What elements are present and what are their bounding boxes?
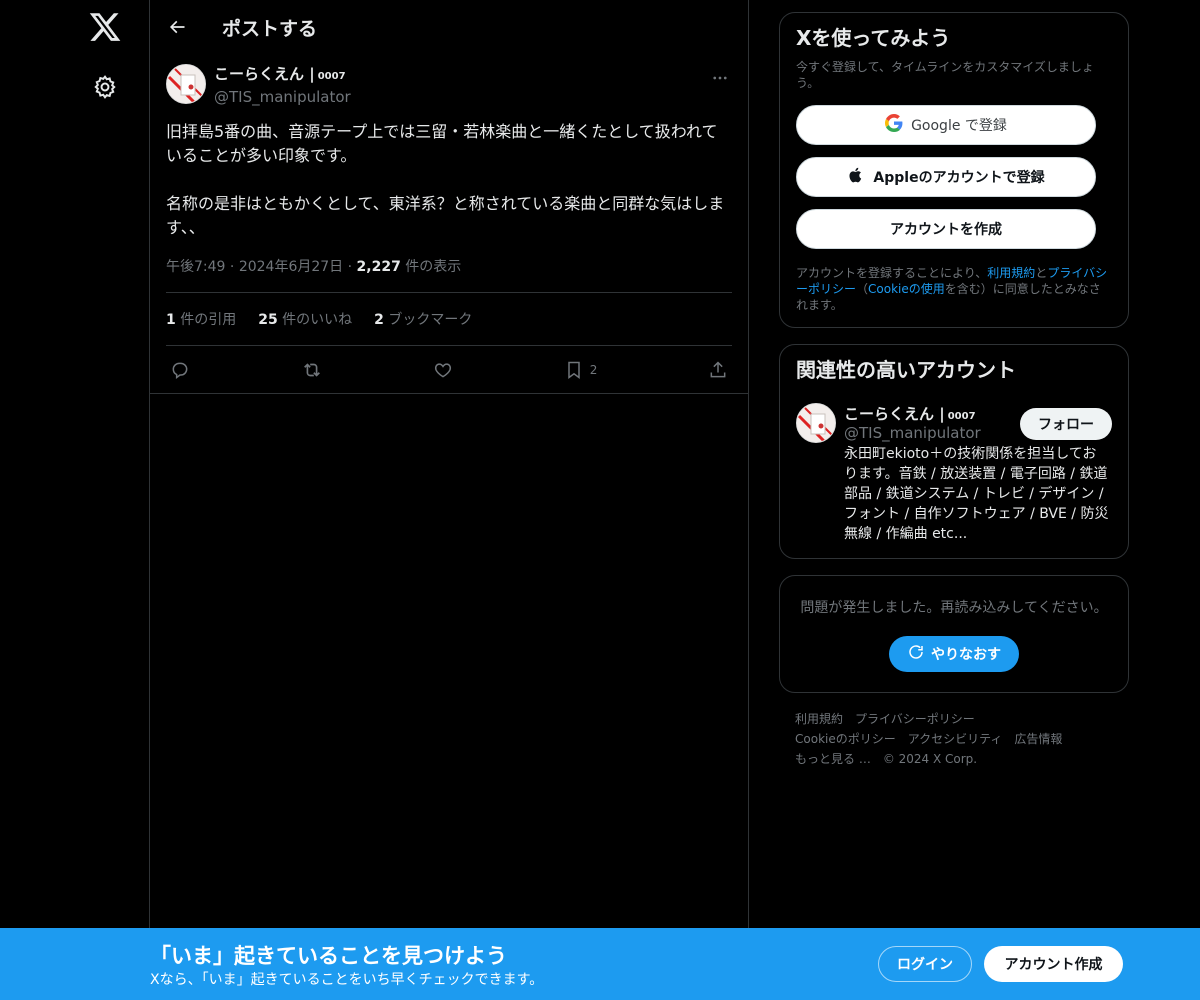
legal-text: アカウントを登録することにより、利用規約とプライバシーポリシー（Cookieの使… (796, 265, 1112, 313)
google-signup-button[interactable]: Google で登録 (796, 105, 1096, 145)
apple-icon (847, 166, 873, 188)
left-nav (0, 0, 150, 1000)
apple-signup-label: Appleのアカウントで登録 (873, 170, 1045, 186)
author-handle[interactable]: @TIS_manipulator (214, 87, 351, 107)
bookmarks-stat[interactable]: 2 ブックマーク (374, 309, 472, 329)
retry-button[interactable]: やりなおす (889, 636, 1019, 672)
author-display-name[interactable]: こーらくえん | 0007 (214, 64, 351, 87)
signup-card: Xを使ってみよう 今すぐ登録して、タイムラインをカスタマイズしましょう。 Goo… (779, 12, 1129, 328)
post-meta: 午後7:49 · 2024年6月27日 · 2,227 件の表示 (166, 254, 732, 280)
reply-icon[interactable] (170, 360, 190, 380)
footer-more-link[interactable]: もっと見る … (795, 752, 871, 766)
avatar[interactable] (166, 64, 206, 104)
signup-card-title: Xを使ってみよう (796, 26, 951, 50)
quotes-label: 件の引用 (180, 312, 237, 328)
main-column: ポストする こーらくえん | 0007 @TIS_manipulator 旧拝島5… (149, 0, 749, 1000)
bookmark-action[interactable]: 2 (564, 360, 598, 380)
create-account-button[interactable]: アカウントを作成 (796, 209, 1096, 249)
share-icon[interactable] (708, 360, 728, 380)
sidebar-footer: 利用規約 プライバシーポリシー Cookieのポリシー アクセシビリティ 広告情報 も… (779, 709, 1129, 769)
legal-mid: （ (856, 282, 869, 296)
bookmarks-count: 2 (374, 312, 384, 328)
legal-and: と (1035, 266, 1048, 280)
display-name-text: こーらくえん | (214, 65, 315, 83)
more-icon[interactable] (708, 68, 732, 88)
footer-privacy-link[interactable]: プライバシーポリシー (855, 712, 975, 726)
repost-icon[interactable] (301, 359, 323, 381)
post-date[interactable]: 2024年6月27日 (239, 259, 343, 275)
create-account-label: アカウントを作成 (890, 222, 1002, 238)
gear-icon[interactable] (92, 74, 118, 100)
footer-terms-link[interactable]: 利用規約 (795, 712, 843, 726)
google-signup-label: Google で登録 (911, 118, 1007, 134)
author-names: こーらくえん | 0007 @TIS_manipulator (214, 64, 351, 107)
page-title: ポストする (222, 17, 318, 40)
post-stats: 1 件の引用 25 件のいいね 2 ブックマーク (166, 293, 732, 345)
likes-stat[interactable]: 25 件のいいね (258, 309, 352, 329)
related-title: 関連性の高いアカウント (796, 358, 1016, 382)
footer-copyright: © 2024 X Corp. (882, 752, 978, 766)
views-count: 2,227 (356, 259, 401, 275)
login-button[interactable]: ログイン (878, 946, 972, 982)
signup-banner: 「いま」起きていることを見つけよう Xなら、「いま」起きていることをいち早くチェ… (0, 928, 1200, 1000)
post-text: 旧拝島5番の曲、音源テープ上では三留・若林楽曲と一緒くたとして扱われていることが… (166, 122, 725, 237)
footer-accessibility-link[interactable]: アクセシビリティ (908, 732, 1003, 746)
post-time[interactable]: 午後7:49 (166, 259, 225, 275)
quotes-stat[interactable]: 1 件の引用 (166, 309, 236, 329)
banner-subtitle: Xなら、「いま」起きていることをいち早くチェックできます。 (150, 972, 544, 988)
meta-separator: · (347, 259, 357, 275)
post-author: こーらくえん | 0007 @TIS_manipulator (166, 64, 732, 106)
terms-link[interactable]: 利用規約 (987, 266, 1035, 280)
signup-card-subtitle: 今すぐ登録して、タイムラインをカスタマイズしましょう。 (796, 60, 1094, 90)
bookmark-action-count: 2 (589, 362, 598, 377)
like-icon[interactable] (433, 360, 453, 380)
legal-pre: アカウントを登録することにより、 (796, 266, 988, 280)
name-tag: 0007 (317, 71, 346, 82)
related-accounts-card: 関連性の高いアカウント こーらくえん | 0007 @TIS_manipulato… (779, 344, 1129, 559)
cookie-link[interactable]: Cookieの使用 (868, 282, 945, 296)
display-name-text: こーらくえん | (844, 405, 945, 423)
banner-title: 「いま」起きていることを見つけよう (150, 944, 507, 968)
back-arrow-icon[interactable] (150, 0, 204, 54)
google-icon (885, 114, 911, 136)
post-header: ポストする (150, 0, 748, 54)
divider (150, 393, 748, 394)
apple-signup-button[interactable]: Appleのアカウントで登録 (796, 157, 1096, 197)
post-actions: 2 (166, 346, 732, 393)
likes-count: 25 (258, 312, 278, 328)
error-message: 問題が発生しました。再読み込みしてください。 (800, 600, 1108, 616)
retry-label: やりなおす (931, 647, 1001, 663)
views-label: 件の表示 (405, 259, 462, 275)
name-tag: 0007 (947, 411, 976, 422)
banner-signup-button[interactable]: アカウント作成 (984, 946, 1123, 982)
meta-separator: · (229, 259, 239, 275)
likes-label: 件のいいね (282, 312, 353, 328)
bookmarks-label: ブックマーク (388, 312, 473, 328)
x-logo-icon[interactable] (88, 10, 122, 44)
follow-button[interactable]: フォロー (1020, 408, 1112, 440)
page: ポストする こーらくえん | 0007 @TIS_manipulator 旧拝島5… (0, 0, 1200, 1000)
related-bio: 永田町ekioto＋の技術関係を担当しております。音鉄 / 放送装置 / 電子回… (844, 446, 1109, 542)
bookmark-icon (564, 360, 584, 380)
right-sidebar: Xを使ってみよう 今すぐ登録して、タイムラインをカスタマイズしましょう。 Goo… (779, 12, 1129, 769)
footer-ads-link[interactable]: 広告情報 (1014, 732, 1062, 746)
quotes-count: 1 (166, 312, 176, 328)
post: こーらくえん | 0007 @TIS_manipulator 旧拝島5番の曲、音源… (150, 54, 748, 393)
error-card: 問題が発生しました。再読み込みしてください。 やりなおす (779, 575, 1129, 693)
related-account[interactable]: こーらくえん | 0007 @TIS_manipulator 永田町ekioto＋… (796, 403, 1112, 544)
footer-cookie-link[interactable]: Cookieのポリシー (795, 732, 896, 746)
refresh-icon (907, 643, 931, 665)
avatar[interactable] (796, 403, 836, 443)
